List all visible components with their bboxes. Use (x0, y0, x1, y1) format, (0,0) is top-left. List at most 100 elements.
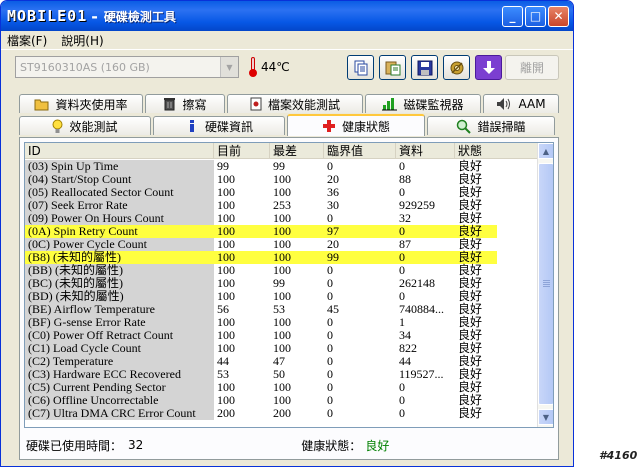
tab-folder-usage[interactable]: 資料夾使用率 (19, 94, 143, 113)
minimize-button[interactable]: _ (502, 5, 523, 27)
threshold-cell: 0 (327, 341, 333, 355)
maximize-button[interactable]: □ (525, 5, 546, 27)
tab-benchmark[interactable]: 效能測試 (19, 116, 151, 135)
attr-id-cell: (BC) (未知的屬性) (25, 277, 214, 290)
table-row[interactable]: (C7) Ultra DMA CRC Error Count 200 200 0 0 良好 (25, 407, 497, 420)
table-row[interactable]: (C3) Hardware ECC Recovered 53 50 0 119527..… (25, 368, 497, 381)
attr-id-cell: (C5) Current Pending Sector (25, 381, 214, 394)
threshold-cell: 0 (327, 393, 333, 407)
drive-select[interactable]: ST9160310AS (160 GB) ▼ (15, 56, 239, 78)
save-icon (417, 60, 432, 75)
tab-erase[interactable]: 擦寫 (145, 94, 225, 113)
menu-help[interactable]: 說明(H) (61, 32, 103, 49)
table-row[interactable]: (BB) (未知的屬性) 100 100 0 0 良好 (25, 264, 497, 277)
table-row[interactable]: (BC) (未知的屬性) 100 99 0 262148 良好 (25, 277, 497, 290)
table-row[interactable]: (03) Spin Up Time 99 99 0 0 良好 (25, 160, 497, 173)
threshold-cell: 0 (327, 328, 333, 342)
smart-attributes-table[interactable]: ID 目前 最差 臨界值 資料 狀態 (03) Spin Up Time 99 99… (24, 142, 554, 428)
paste-icon (385, 61, 400, 75)
title-bar[interactable]: MOBILE01 - 硬碟檢測工具 _ □ ✕ (1, 1, 573, 31)
table-row[interactable]: (C0) Power Off Retract Count 100 100 0 34 良好 (25, 329, 497, 342)
copy-icon (354, 60, 367, 75)
table-body: (03) Spin Up Time 99 99 0 0 良好 (04) Start/Stop… (25, 160, 497, 420)
mobile01-logo: MOBILE01 (7, 7, 88, 25)
tab-aam[interactable]: AAM (483, 94, 559, 113)
exit-button[interactable]: 離開 (505, 55, 559, 80)
data-cell: 262148 (399, 277, 435, 290)
table-row[interactable]: (BD) (未知的屬性) 100 100 0 0 良好 (25, 290, 497, 303)
scrollbar-thumb[interactable] (538, 163, 553, 405)
red-cross-icon (322, 120, 335, 132)
column-status[interactable]: 狀態 (455, 143, 539, 158)
table-row[interactable]: (05) Reallocated Sector Count 100 100 36 0 良好 (25, 186, 497, 199)
tab-error-scan[interactable]: 錯誤掃瞄 (427, 116, 555, 135)
attr-id-cell: (03) Spin Up Time (25, 160, 214, 173)
data-cell: 0 (399, 394, 405, 407)
threshold-cell: 99 (327, 250, 339, 264)
bar-chart-icon (382, 98, 398, 111)
table-row[interactable]: (07) Seek Error Rate 100 253 30 929259 良好 (25, 199, 497, 212)
temperature-value: 44℃ (261, 60, 290, 74)
data-cell: 740884... (399, 303, 444, 316)
column-data[interactable]: 資料 (396, 143, 455, 158)
tab-file-benchmark[interactable]: 檔案效能測試 (227, 94, 363, 113)
window-title: 硬碟檢測工具 (103, 9, 176, 24)
attr-id-cell: (B8) (未知的屬性) (25, 251, 214, 264)
close-button[interactable]: ✕ (548, 5, 569, 27)
attr-id-cell: (0C) Power Cycle Count (25, 238, 214, 251)
table-row[interactable]: (C6) Offline Uncorrectable 100 100 0 0 良好 (25, 394, 497, 407)
attr-id-cell: (C0) Power Off Retract Count (25, 329, 214, 342)
data-cell: 1 (399, 316, 405, 329)
drive-select-value: ST9160310AS (160 GB) (20, 60, 150, 74)
column-worst[interactable]: 最差 (270, 143, 324, 158)
attr-id-cell: (05) Reallocated Sector Count (25, 186, 214, 199)
attr-id-cell: (C1) Load Cycle Count (25, 342, 214, 355)
tab-row-top: 資料夾使用率 擦寫 檔案效能測試 磁碟監視器 AAM (19, 94, 561, 113)
tab-health-status[interactable]: 健康狀態 (287, 114, 425, 136)
column-id[interactable]: ID (25, 143, 214, 158)
attr-id-cell: (BD) (未知的屬性) (25, 290, 214, 303)
paste-button[interactable] (379, 55, 406, 80)
chevron-down-icon[interactable]: ▼ (220, 57, 238, 77)
data-cell: 0 (399, 186, 405, 199)
vertical-scrollbar[interactable]: ▲ ▼ (537, 143, 553, 427)
tab-disk-info[interactable]: 硬碟資訊 (153, 116, 285, 135)
threshold-cell: 0 (327, 380, 333, 394)
data-cell: 0 (399, 264, 405, 277)
info-icon (189, 120, 194, 132)
table-row[interactable]: (C2) Temperature 44 47 0 44 良好 (25, 355, 497, 368)
data-cell: 88 (399, 173, 411, 186)
column-threshold[interactable]: 臨界值 (324, 143, 396, 158)
column-current[interactable]: 目前 (214, 143, 270, 158)
menu-file[interactable]: 檔案(F) (7, 32, 47, 49)
data-cell: 0 (399, 251, 405, 264)
tools-button[interactable] (443, 55, 470, 80)
table-row[interactable]: (C5) Current Pending Sector 100 100 0 0 良好 (25, 381, 497, 394)
attr-id-cell: (C6) Offline Uncorrectable (25, 394, 214, 407)
table-row[interactable]: (04) Start/Stop Count 100 100 20 88 良好 (25, 173, 497, 186)
health-panel: ID 目前 最差 臨界值 資料 狀態 (03) Spin Up Time 99 99… (19, 137, 559, 460)
attr-id-cell: (BF) G-sense Error Rate (25, 316, 214, 329)
data-cell: 822 (399, 342, 417, 355)
copy-button[interactable] (347, 55, 374, 80)
attr-id-cell: (07) Seek Error Rate (25, 199, 214, 212)
folder-icon (34, 99, 49, 110)
scroll-down-arrow-icon[interactable]: ▼ (538, 409, 553, 425)
download-button[interactable] (475, 55, 502, 80)
worst-cell: 200 (273, 406, 291, 420)
scroll-up-arrow-icon[interactable]: ▲ (538, 143, 553, 159)
table-row[interactable]: (BE) Airflow Temperature 56 53 45 740884... 良… (25, 303, 497, 316)
tab-disk-monitor[interactable]: 磁碟監視器 (365, 94, 481, 113)
data-cell: 44 (399, 355, 411, 368)
threshold-cell: 0 (327, 263, 333, 277)
magnifier-icon (457, 119, 472, 134)
table-row[interactable]: (09) Power On Hours Count 100 100 0 32 良好 (25, 212, 497, 225)
table-row[interactable]: (0A) Spin Retry Count 100 100 97 0 良好 (25, 225, 497, 238)
threshold-cell: 0 (327, 315, 333, 329)
table-row[interactable]: (BF) G-sense Error Rate 100 100 0 1 良好 (25, 316, 497, 329)
title-separator: - (91, 6, 98, 26)
table-row[interactable]: (C1) Load Cycle Count 100 100 0 822 良好 (25, 342, 497, 355)
table-row[interactable]: (0C) Power Cycle Count 100 100 20 87 良好 (25, 238, 497, 251)
save-button[interactable] (411, 55, 438, 80)
table-row[interactable]: (B8) (未知的屬性) 100 100 99 0 良好 (25, 251, 497, 264)
